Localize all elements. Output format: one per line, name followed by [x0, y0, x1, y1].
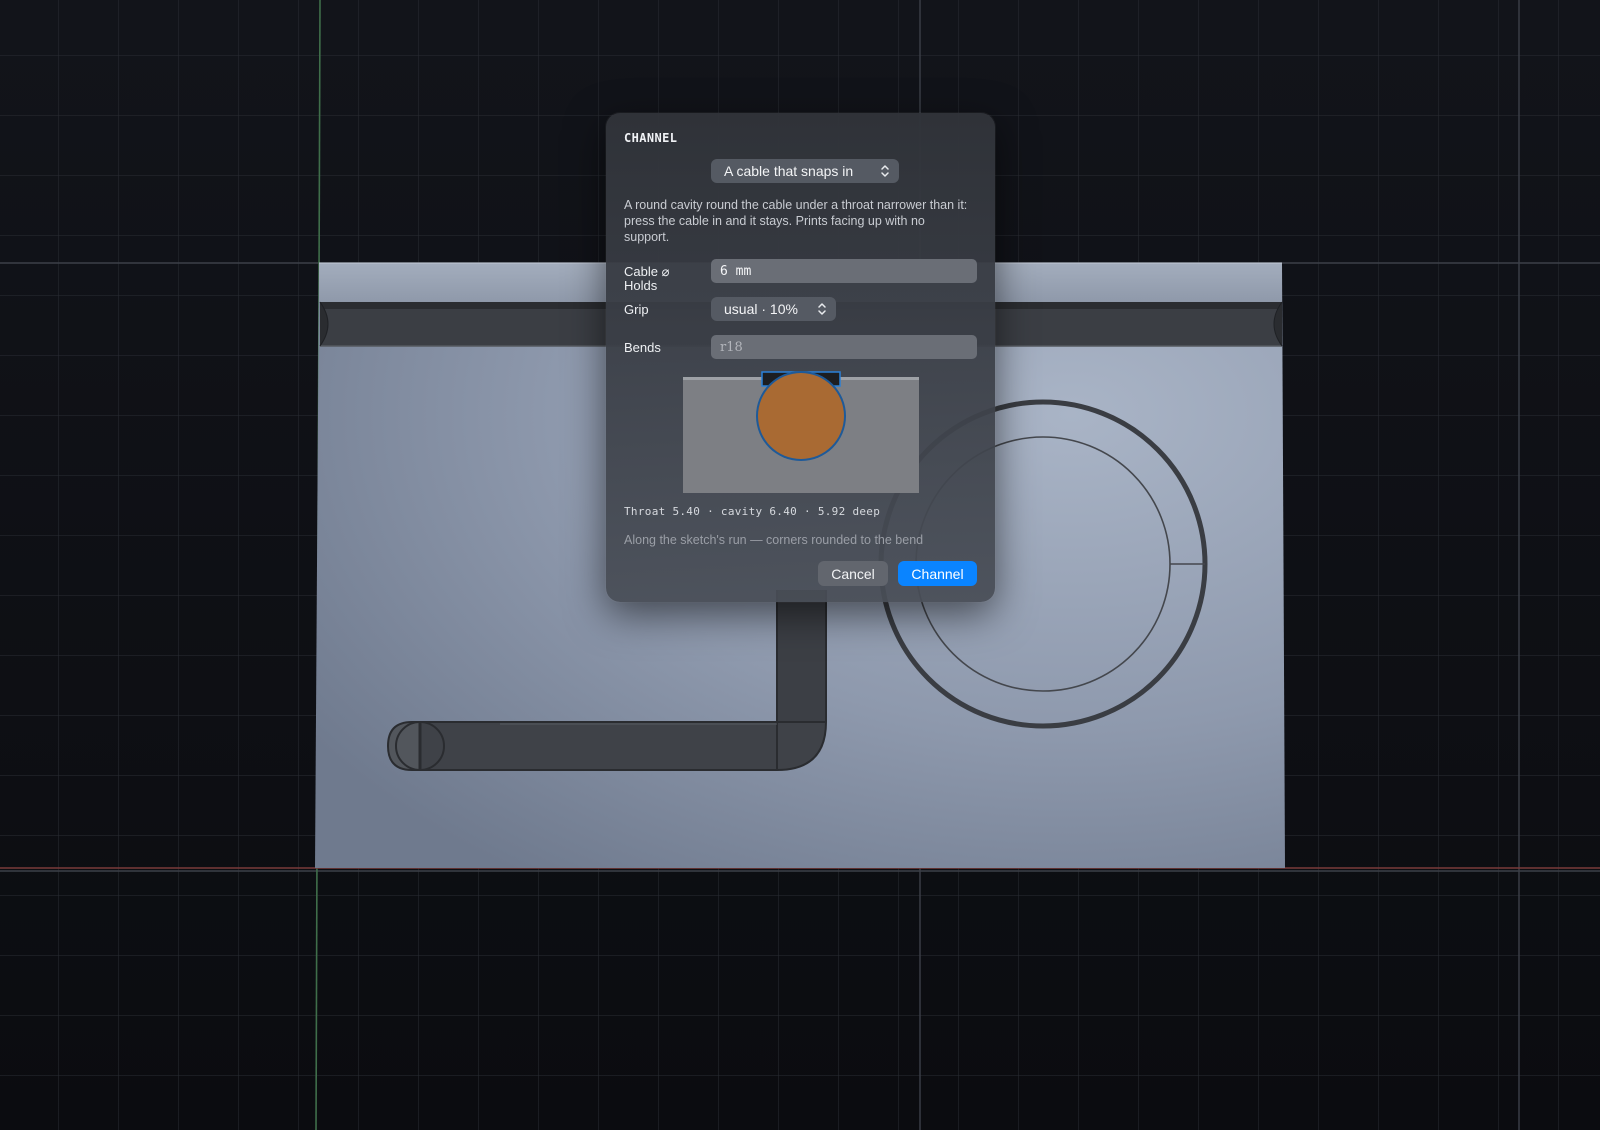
grip-select-value: usual · 10%: [724, 301, 798, 317]
grip-label: Grip: [624, 302, 649, 317]
bends-input[interactable]: r18: [711, 335, 977, 359]
grip-select[interactable]: usual · 10%: [711, 297, 836, 321]
bends-label: Bends: [624, 340, 661, 355]
channel-hint: Along the sketch's run — corners rounded…: [624, 533, 924, 547]
holds-select-value: A cable that snaps in: [724, 163, 854, 179]
channel-confirm-button[interactable]: Channel: [898, 561, 977, 586]
channel-dialog: CHANNEL Holds A cable that snaps in A ro…: [606, 113, 995, 602]
cable-diameter-input[interactable]: 6 mm: [711, 259, 977, 283]
bends-placeholder: r18: [720, 339, 743, 355]
holds-label: Holds: [624, 278, 658, 293]
holds-description: A round cavity round the cable under a t…: [624, 198, 968, 244]
channel-cross-section-preview: [683, 371, 919, 493]
cancel-button[interactable]: Cancel: [818, 561, 888, 586]
cable-circle: [758, 373, 844, 459]
cable-diameter-label: Cable ⌀: [624, 264, 670, 279]
dialog-title: CHANNEL: [624, 131, 678, 145]
chevron-up-down-icon: [818, 303, 826, 315]
holds-select[interactable]: A cable that snaps in: [711, 159, 899, 183]
channel-dimensions: Throat 5.40 · cavity 6.40 · 5.92 deep: [624, 505, 881, 518]
chevron-up-down-icon: [881, 165, 889, 177]
cable-diameter-value: 6 mm: [720, 263, 752, 279]
